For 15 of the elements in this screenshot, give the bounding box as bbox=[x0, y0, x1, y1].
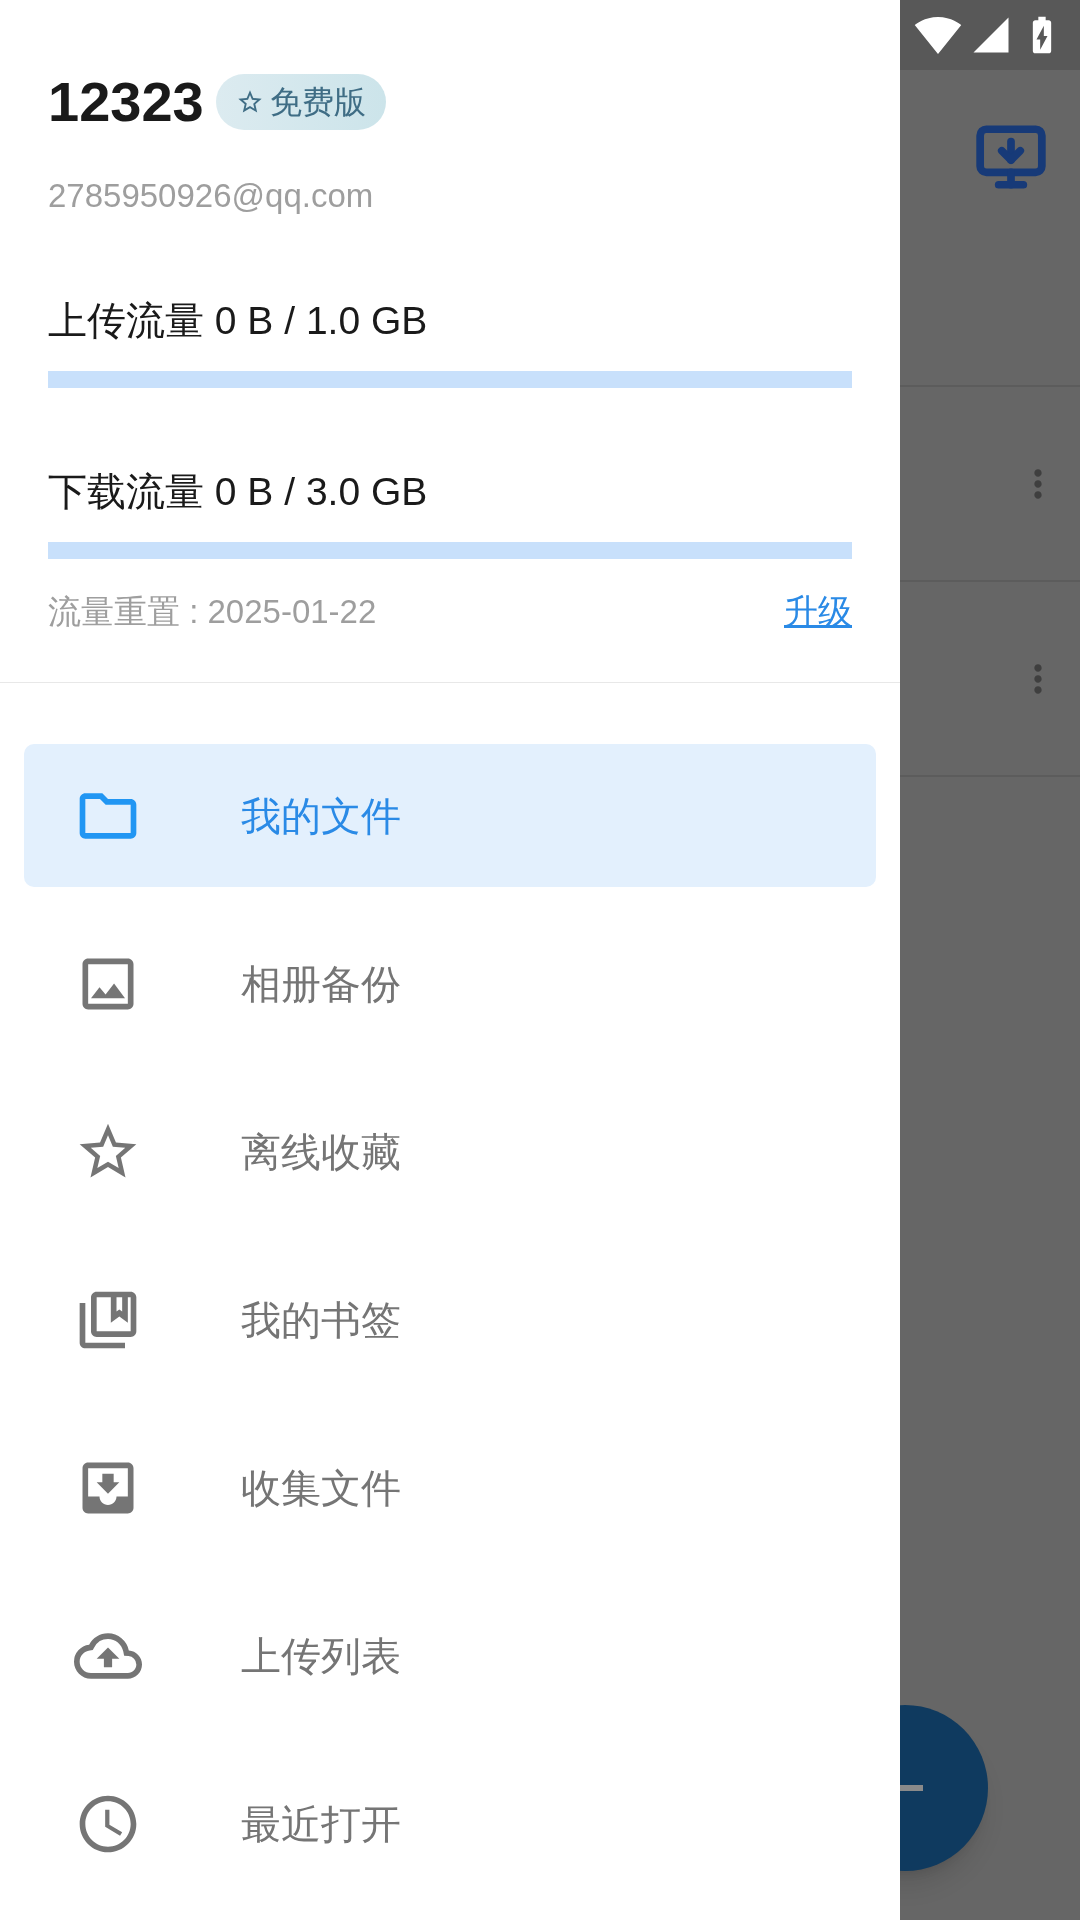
quota-label: 上传流量 0 B / 1.0 GB bbox=[48, 300, 429, 340]
quota-label: 下载流量 0 B / 3.0 GB bbox=[48, 471, 429, 511]
account-email: 2785950926@qq.com bbox=[48, 178, 374, 212]
plan-label: 免费版 bbox=[269, 82, 366, 122]
plus-icon bbox=[900, 1785, 923, 1791]
menu-item[interactable]: 相册备份 bbox=[24, 912, 876, 1055]
menu-item[interactable]: 上传列表 bbox=[24, 1584, 876, 1727]
upgrade-link[interactable]: 升级 bbox=[784, 585, 852, 637]
menu-item[interactable]: 我的书签 bbox=[24, 1248, 876, 1391]
menu-item[interactable]: 我的文件 bbox=[24, 744, 876, 887]
menu-item[interactable]: 收集文件 bbox=[24, 1416, 876, 1559]
account-name: 12323 bbox=[48, 73, 204, 130]
menu-item[interactable]: 最近打开 bbox=[24, 1752, 876, 1895]
reset-date: 流量重置 : 2025-01-22 bbox=[48, 591, 377, 632]
menu-item[interactable]: 离线收藏 bbox=[24, 1080, 876, 1223]
